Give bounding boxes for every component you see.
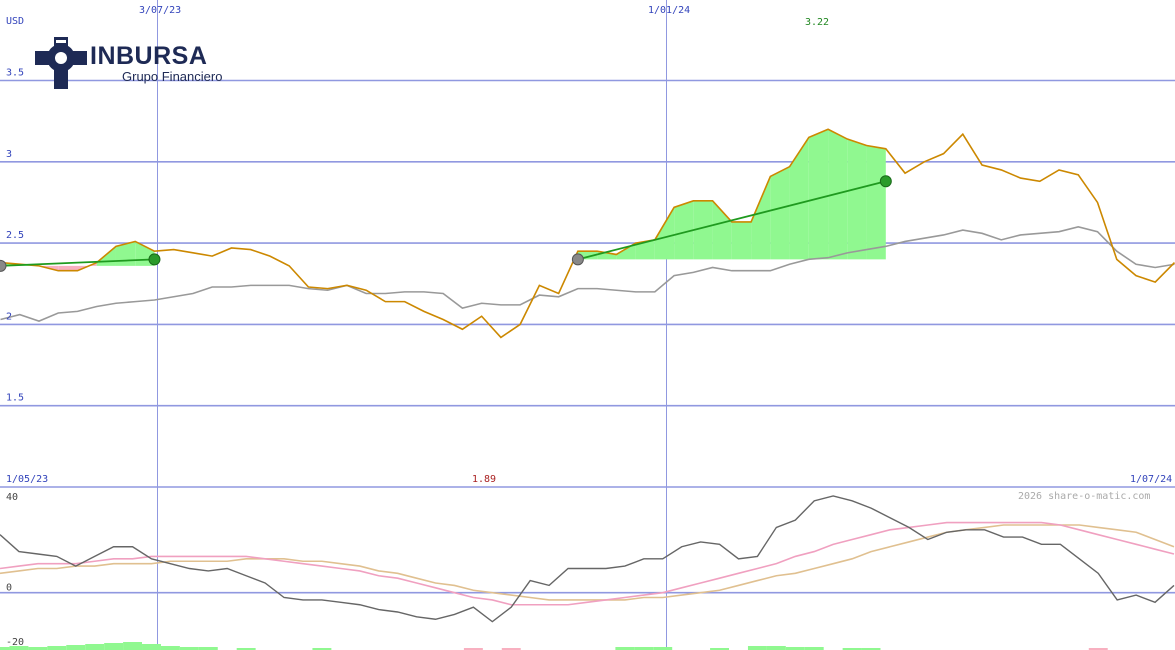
trade-2-fill-segment [847, 139, 867, 260]
brand-subtitle: Grupo Financiero [122, 69, 223, 84]
trade-2-fill-segment [808, 129, 829, 260]
label-layer: USD 3/07/23 1/01/24 3.22 1/05/23 1.89 1/… [6, 5, 1172, 648]
y-tick-label: 3.5 [6, 67, 24, 78]
low-value-label: 1.89 [472, 474, 496, 485]
oscillator-osc_signal2 [0, 524, 1175, 601]
trade-2-fill-segment [866, 145, 886, 260]
currency-label: USD [6, 16, 24, 27]
grid-layer [0, 0, 1175, 650]
series-price [0, 128, 1175, 339]
trade-fill-layer [0, 129, 886, 271]
credit-label: 2026 share-o-matic.com [1018, 491, 1150, 502]
trade-2-fill-segment [654, 207, 675, 260]
volume-bar [47, 646, 67, 650]
osc-tick-label: -20 [6, 637, 24, 648]
date-label-top-1: 3/07/23 [139, 5, 181, 16]
volume-bar [160, 646, 180, 650]
trade-2-entry-marker [571, 253, 584, 266]
trade-2-fill-segment [712, 200, 732, 260]
logo-mark-icon [35, 37, 87, 89]
trade-2-fill-segment [731, 221, 752, 260]
stock-chart: USD 3/07/23 1/01/24 3.22 1/05/23 1.89 1/… [0, 0, 1175, 650]
series-layer [0, 128, 1175, 339]
trade-2-fill-segment [751, 176, 771, 260]
osc-tick-label: 40 [6, 492, 18, 503]
trade-2-fill-segment [789, 137, 809, 260]
osc-tick-label: 0 [6, 583, 12, 594]
trade-1-entry-marker [0, 259, 7, 272]
date-label-top-2: 1/01/24 [648, 5, 690, 16]
oscillator-panel [0, 495, 1175, 650]
date-label-bottom-start: 1/05/23 [6, 474, 48, 485]
trade-2-fill-segment [770, 166, 790, 260]
trade-1-exit-marker [148, 253, 161, 266]
y-tick-label: 3 [6, 149, 12, 160]
volume-bar [747, 646, 767, 650]
volume-bar [123, 642, 143, 650]
trade-2-exit-marker [879, 175, 892, 188]
volume-bar [85, 644, 105, 650]
y-tick-label: 1.5 [6, 393, 24, 404]
volume-bar [766, 646, 786, 650]
series-average [0, 226, 1175, 322]
volume-bar [142, 644, 161, 650]
date-label-bottom-end: 1/07/24 [1130, 474, 1172, 485]
brand-logo: INBURSA Grupo Financiero [34, 36, 234, 92]
volume-bar [104, 643, 124, 650]
y-tick-label: 2 [6, 311, 12, 322]
y-tick-label: 2.5 [6, 230, 24, 241]
volume-bar [66, 645, 86, 650]
brand-name: INBURSA [90, 42, 208, 70]
high-value-label: 3.22 [805, 17, 829, 28]
